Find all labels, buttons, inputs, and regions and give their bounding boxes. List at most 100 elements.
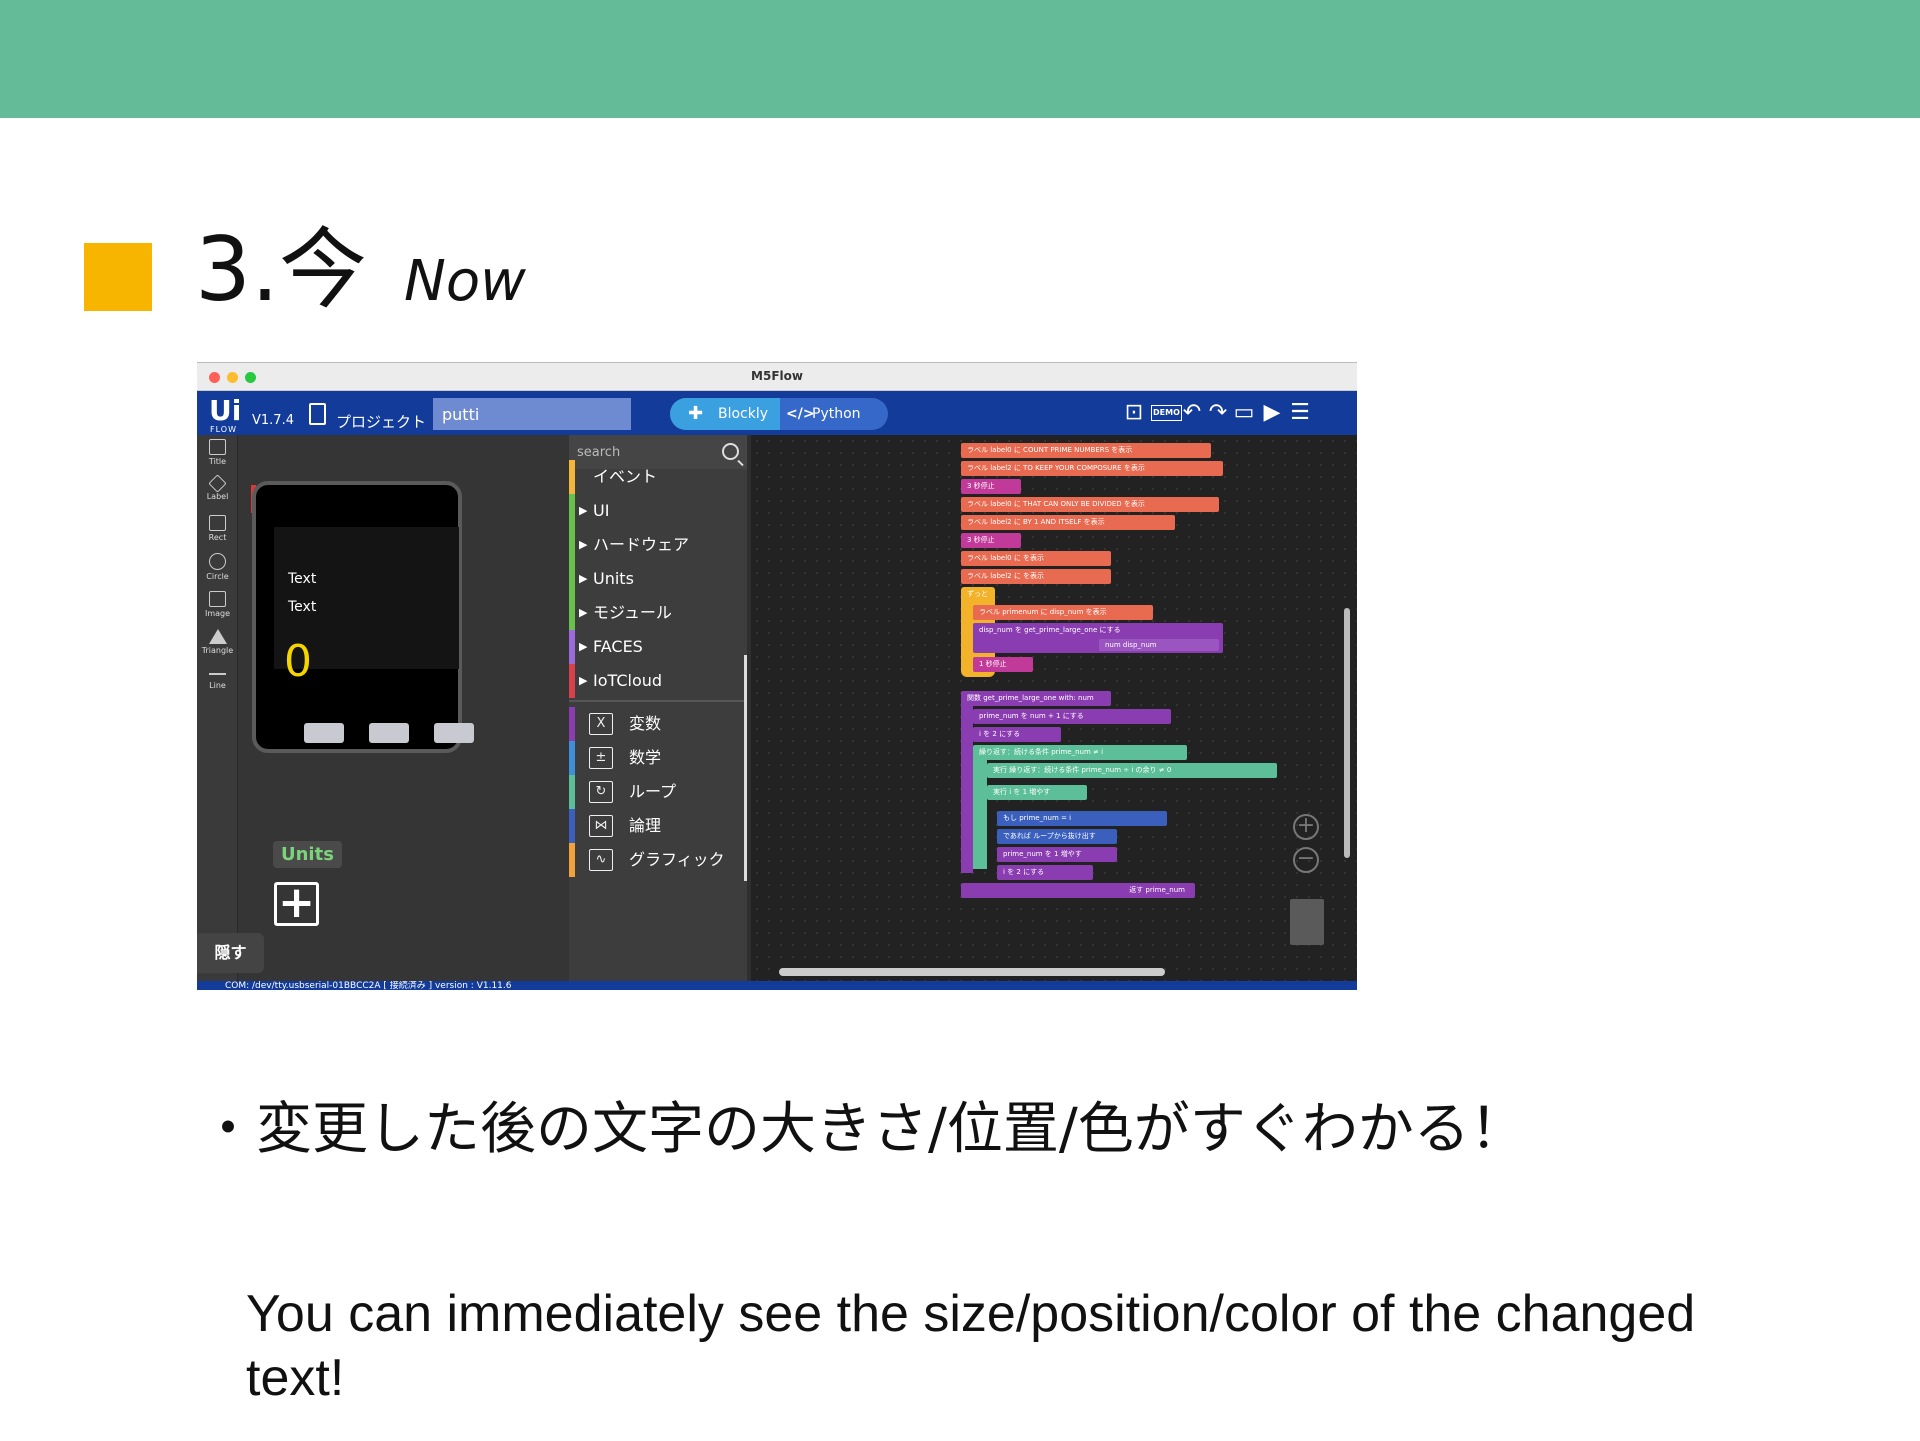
block-while-loop[interactable]: 実行 繰り返す：続ける条件 prime_num ÷ i の余り ≠ 0: [987, 763, 1277, 778]
block-set-variable[interactable]: i を 2 にする: [973, 727, 1061, 742]
mode-switch[interactable]: ✚ Blockly </> Python: [670, 398, 888, 430]
python-label: Python: [812, 406, 861, 422]
triangle-icon: [208, 629, 227, 644]
block-increment[interactable]: 実行 i を 1 増やす: [987, 785, 1087, 800]
category-logic[interactable]: ⋈ 論理: [569, 809, 747, 843]
device-preview-area: Text Text 0 Units +: [238, 435, 609, 990]
workspace-horizontal-scrollbar[interactable]: [779, 968, 1165, 976]
category-variables[interactable]: X 変数: [569, 707, 747, 741]
menu-icon[interactable]: ☰: [1287, 399, 1313, 427]
block-label-set[interactable]: ラベル label2 に を表示: [961, 569, 1111, 584]
search-icon[interactable]: [722, 443, 739, 460]
blockly-mode-button[interactable]: ✚ Blockly: [670, 398, 780, 430]
bullet-marker: ・: [200, 1097, 256, 1162]
device-value-label[interactable]: 0: [284, 637, 312, 687]
category-hardware[interactable]: ▶ ハードウェア: [569, 528, 747, 562]
category-events[interactable]: イベント: [569, 460, 747, 494]
run-icon[interactable]: ▶: [1259, 399, 1285, 427]
undo-icon[interactable]: ↶: [1179, 399, 1205, 427]
expand-arrow-icon: ▶: [579, 538, 588, 551]
circle-icon: [209, 553, 226, 570]
device-label-text2[interactable]: Text: [288, 599, 316, 615]
m5stack-device: Text Text 0: [252, 481, 474, 753]
device-label-text1[interactable]: Text: [288, 571, 316, 587]
line-icon: [209, 673, 226, 675]
bullet-japanese: ・変更した後の文字の大きさ/位置/色がすぐわかる！: [200, 1090, 1526, 1170]
tool-triangle[interactable]: Triangle: [197, 629, 238, 655]
expand-arrow-icon: ▶: [579, 504, 588, 517]
expand-arrow-icon: ▶: [579, 640, 588, 653]
block-wait[interactable]: 1 秒停止: [973, 657, 1033, 672]
block-if[interactable]: もし prime_num = i: [997, 811, 1167, 826]
image-icon: [209, 591, 226, 607]
redo-icon[interactable]: ↷: [1205, 399, 1231, 427]
block-label-set[interactable]: ラベル label0 に COUNT PRIME NUMBERS を表示: [961, 443, 1211, 458]
block-while-loop[interactable]: 繰り返す：続ける条件 prime_num ≠ i: [973, 745, 1187, 760]
project-menu[interactable]: プロジェクト: [336, 411, 426, 432]
tool-title[interactable]: Title: [197, 439, 238, 466]
category-modules[interactable]: ▶ モジュール: [569, 596, 747, 630]
project-file-icon[interactable]: [309, 403, 326, 425]
new-file-icon[interactable]: ⊡: [1121, 399, 1147, 427]
block-set-variable[interactable]: i を 2 にする: [997, 865, 1093, 880]
block-set-variable[interactable]: prime_num を num + 1 にする: [973, 709, 1171, 724]
device-screen[interactable]: Text Text 0: [274, 527, 459, 687]
category-graphics[interactable]: ∿ グラフィック: [569, 843, 747, 877]
slide-title-english: Now: [404, 249, 526, 314]
block-return[interactable]: 返す prime_num: [961, 883, 1195, 898]
add-unit-button[interactable]: +: [274, 881, 319, 926]
expand-arrow-icon: ▶: [579, 674, 588, 687]
window-title: M5Flow: [751, 369, 803, 383]
block-label-set[interactable]: ラベル primenum に disp_num を表示: [973, 605, 1153, 620]
device-icon[interactable]: ▭: [1231, 399, 1257, 427]
bullet-english: You can immediately see the size/positio…: [246, 1285, 1696, 1407]
math-icon: ±: [589, 747, 613, 769]
status-bar: COM: /dev/tty.usbserial-01BBCC2A [ 接続済み …: [197, 981, 1357, 990]
tool-circle[interactable]: Circle: [197, 553, 238, 581]
while-body-bar: [973, 759, 987, 869]
block-increment[interactable]: prime_num を 1 増やす: [997, 847, 1117, 862]
device-button-a[interactable]: [304, 723, 344, 743]
tool-line[interactable]: Line: [197, 669, 238, 690]
category-units[interactable]: ▶ Units: [569, 562, 747, 596]
block-wait[interactable]: 3 秒停止: [961, 533, 1021, 548]
slide-header-bar: [0, 0, 1920, 118]
slide: 3.今 Now M5Flow Ui FLOW V1.7.4 プロジェクト ✚ B…: [0, 0, 1920, 1441]
trash-icon[interactable]: [1290, 899, 1324, 945]
tool-image[interactable]: Image: [197, 591, 238, 618]
category-faces[interactable]: ▶ FACES: [569, 630, 747, 664]
block-function-arg[interactable]: num disp_num: [1099, 639, 1219, 651]
workspace-vertical-scrollbar[interactable]: [1344, 608, 1350, 858]
block-label-set[interactable]: ラベル label2 に BY 1 AND ITSELF を表示: [961, 515, 1175, 530]
block-label-set[interactable]: ラベル label0 に THAT CAN ONLY BE DIVIDED を表…: [961, 497, 1219, 512]
toolbox-scrollbar[interactable]: [744, 655, 747, 881]
hide-button[interactable]: 隠す: [197, 933, 264, 973]
zoom-in-icon[interactable]: +: [1293, 814, 1319, 840]
zoom-out-icon[interactable]: −: [1293, 847, 1319, 873]
tool-rect[interactable]: Rect: [197, 515, 238, 542]
uiflow-screenshot: M5Flow Ui FLOW V1.7.4 プロジェクト ✚ Blockly <…: [197, 362, 1357, 990]
category-loops[interactable]: ↻ ループ: [569, 775, 747, 809]
device-button-b[interactable]: [369, 723, 409, 743]
tool-label[interactable]: Label: [197, 474, 238, 501]
slide-title-number: 3.今: [195, 218, 367, 321]
app-toolbar: Ui FLOW V1.7.4 プロジェクト ✚ Blockly </> Pyth…: [197, 391, 1357, 435]
title-icon: [209, 439, 226, 455]
category-ui[interactable]: ▶ UI: [569, 494, 747, 528]
python-mode-button[interactable]: </> Python: [780, 398, 888, 430]
project-name-input[interactable]: [433, 398, 631, 430]
expand-arrow-icon: ▶: [579, 606, 588, 619]
block-wait[interactable]: 3 秒停止: [961, 479, 1021, 494]
ui-tools-panel: Title Label Rect Circle Image Triangle L…: [197, 435, 238, 990]
device-button-c[interactable]: [434, 723, 474, 743]
uiflow-logo-sub: FLOW: [210, 425, 237, 434]
category-iotcloud[interactable]: ▶ IoTCloud: [569, 664, 747, 698]
logic-icon: ⋈: [589, 815, 613, 837]
category-math[interactable]: ± 数学: [569, 741, 747, 775]
block-if-do[interactable]: であれば ループから抜け出す: [997, 829, 1117, 844]
demo-icon[interactable]: DEMO: [1151, 399, 1182, 427]
blockly-workspace[interactable]: ラベル label0 に COUNT PRIME NUMBERS を表示 ラベル…: [751, 435, 1357, 990]
block-function-def[interactable]: 関数 get_prime_large_one with: num: [961, 691, 1111, 706]
block-label-set[interactable]: ラベル label2 に TO KEEP YOUR COMPOSURE を表示: [961, 461, 1223, 476]
block-label-set[interactable]: ラベル label0 に を表示: [961, 551, 1111, 566]
